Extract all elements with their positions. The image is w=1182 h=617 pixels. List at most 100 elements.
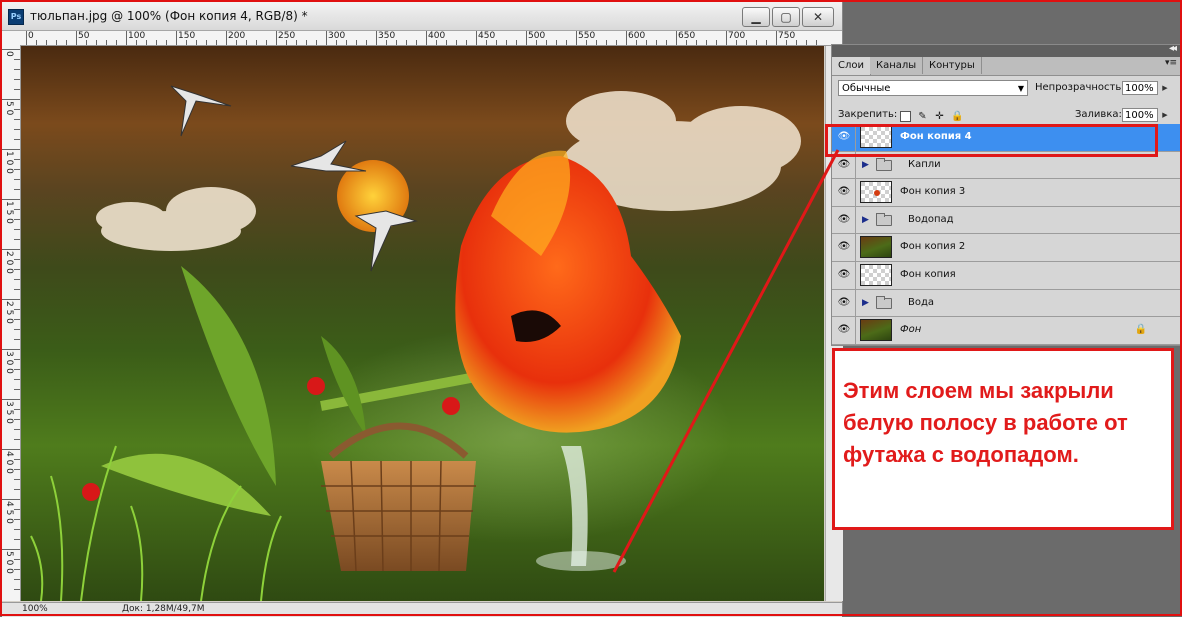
zoom-level[interactable]: 100% [22,604,48,614]
lock-all-icon[interactable]: 🔒 [951,111,963,122]
ruler-label: 2 0 0 [4,251,14,274]
ruler-minor-tick [356,40,357,45]
layer-group-row[interactable]: 👁 ▶ Водопад [832,206,1181,235]
ruler-minor-tick [136,40,137,45]
document-titlebar[interactable]: Ps тюльпан.jpg @ 100% (Фон копия 4, RGB/… [2,2,842,31]
eye-icon[interactable]: 👁 [836,158,852,171]
eye-icon[interactable]: 👁 [836,213,852,226]
restore-button[interactable]: ▢ [772,7,800,27]
ruler-minor-tick [486,40,487,45]
ruler-minor-tick [556,40,557,45]
opacity-slider-arrow-icon[interactable]: ▶ [1160,81,1170,95]
ruler-label: 1 0 0 [4,151,14,174]
layer-name: Фон копия 3 [900,186,966,198]
ruler-minor-tick [736,40,737,45]
ruler-tick [2,199,20,200]
panel-menu-icon[interactable]: ▾≡ [1165,58,1177,68]
opacity-field[interactable]: 100% [1122,81,1158,95]
tab-paths[interactable]: Контуры [923,57,982,74]
ruler-minor-tick [316,40,317,45]
ruler-minor-tick [616,40,617,45]
fill-slider-arrow-icon[interactable]: ▶ [1160,108,1170,122]
ruler-minor-tick [796,40,797,45]
ruler-minor-tick [336,40,337,45]
ruler-minor-tick [366,40,367,45]
tab-layers[interactable]: Слои [832,57,871,75]
ruler-minor-tick [196,40,197,45]
eye-icon[interactable]: 👁 [836,323,852,336]
ruler-corner[interactable] [2,31,21,46]
ruler-minor-tick [14,469,20,470]
ruler-minor-tick [696,40,697,45]
ruler-minor-tick [14,59,20,60]
ruler-minor-tick [216,40,217,45]
ruler-minor-tick [766,40,767,45]
opacity-label: Непрозрачность: [1035,82,1125,93]
ruler-label: 4 5 0 [4,501,14,524]
eye-icon[interactable]: 👁 [836,296,852,309]
ruler-minor-tick [466,40,467,45]
expand-triangle-icon[interactable]: ▶ [862,298,869,308]
horizontal-ruler[interactable]: 0 50 100 150 200 250 300 350 400 450 500 550 600 650 7… [20,31,842,46]
ruler-minor-tick [14,279,20,280]
tab-channels[interactable]: Каналы [870,57,924,74]
lock-move-icon[interactable]: ✛ [934,111,945,122]
ruler-minor-tick [456,40,457,45]
close-button[interactable]: ✕ [802,7,834,27]
ruler-tick [2,99,20,100]
ruler-minor-tick [116,40,117,45]
ruler-minor-tick [14,139,20,140]
picnic-basket [321,422,476,572]
ruler-minor-tick [36,40,37,45]
ruler-minor-tick [14,319,20,320]
ruler-tick [726,31,727,45]
expand-triangle-icon[interactable]: ▶ [862,160,869,170]
ruler-minor-tick [14,189,20,190]
layers-list: 👁 Фон копия 4 👁 ▶ Капли 👁 Фон копия 3 👁 … [832,124,1181,345]
ruler-minor-tick [14,419,20,420]
layer-thumbnail [860,319,892,342]
eye-icon[interactable]: 👁 [836,240,852,253]
ruler-minor-tick [706,40,707,45]
ruler-tick [426,31,427,45]
ruler-minor-tick [586,40,587,45]
document-size[interactable]: Док: 1,28M/49,7M [122,604,205,614]
eye-icon[interactable]: 👁 [836,185,852,198]
panel-header[interactable]: ◂◂ [832,43,1181,57]
ruler-minor-tick [14,169,20,170]
ruler-minor-tick [14,389,20,390]
fill-field[interactable]: 100% [1122,108,1158,122]
double-chevron-icon[interactable]: ◂◂ [1169,43,1177,54]
ruler-minor-tick [516,40,517,45]
ruler-tick [576,31,577,45]
lock-icon: 🔒 [1134,324,1147,336]
image-canvas[interactable] [21,46,824,601]
ruler-label: 2 5 0 [4,301,14,324]
layer-name: Фон [900,324,922,336]
expand-triangle-icon[interactable]: ▶ [862,215,869,225]
layer-name: Капли [908,158,941,170]
layer-row[interactable]: 👁 Фон копия 2 [832,234,1181,262]
layers-panel: ◂◂ Слои Каналы Контуры ▾≡ Обычные ▼ Непр… [831,43,1182,346]
ruler-tick [2,399,20,400]
eye-icon[interactable]: 👁 [836,268,852,281]
lock-transparency-icon[interactable] [900,111,911,122]
layer-row[interactable]: 👁 Фон копия [832,261,1181,290]
blend-mode-select[interactable]: Обычные ▼ [838,80,1028,96]
ruler-tick [2,49,20,50]
ruler-tick [2,549,20,550]
ruler-minor-tick [496,40,497,45]
lock-paint-icon[interactable]: ✎ [917,111,928,122]
minimize-button[interactable]: ▁ [742,7,770,27]
vertical-ruler[interactable]: 0 5 0 1 0 0 1 5 0 2 0 0 2 5 0 3 0 0 3 5 0 4 0 0 4… [2,45,21,601]
ruler-tick [526,31,527,45]
ruler-minor-tick [14,479,20,480]
ruler-minor-tick [106,40,107,45]
layer-row[interactable]: 👁 Фон 🔒 [832,317,1181,345]
ruler-minor-tick [14,509,20,510]
layer-group-row[interactable]: 👁 ▶ Вода [832,289,1181,318]
ruler-tick [276,31,277,45]
ruler-minor-tick [166,40,167,45]
layer-row[interactable]: 👁 Фон копия 3 [832,179,1181,207]
ruler-minor-tick [156,40,157,45]
